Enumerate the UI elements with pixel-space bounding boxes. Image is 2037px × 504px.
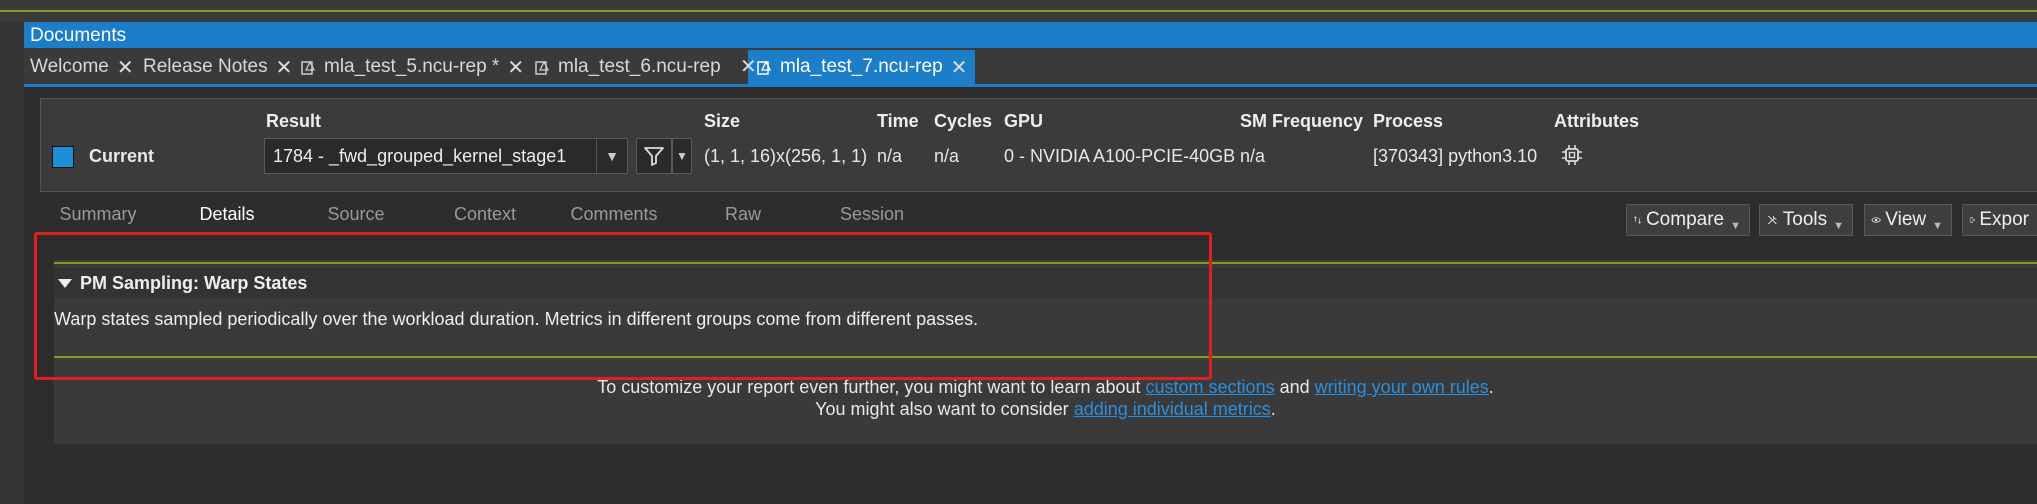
chip-icon[interactable] xyxy=(1560,143,1584,167)
size-header: Size xyxy=(704,111,741,131)
close-icon[interactable]: ✕ xyxy=(117,55,134,80)
document-tab-bar: Welcome ✕ Release Notes ✕ mla_test_5.ncu… xyxy=(24,48,2037,87)
compare-icon xyxy=(1633,216,1641,224)
close-icon[interactable]: ✕ xyxy=(740,54,757,79)
close-icon[interactable]: ✕ xyxy=(951,55,968,80)
tools-button[interactable]: Tools ▼ xyxy=(1759,204,1853,236)
filter-button[interactable] xyxy=(636,138,672,174)
subtab-comments[interactable]: Comments xyxy=(552,204,676,234)
top-strip xyxy=(0,0,2037,22)
result-header: Result xyxy=(266,111,322,131)
tab-mla-test-5[interactable]: mla_test_5.ncu-rep * ✕ xyxy=(300,52,524,82)
current-color-swatch[interactable] xyxy=(52,146,74,168)
tab-label: Release Notes xyxy=(143,56,268,77)
tab-label: Welcome xyxy=(30,56,109,77)
subtab-context[interactable]: Context xyxy=(423,204,547,234)
attributes-header: Attributes xyxy=(1554,111,1639,131)
cycles-value: n/a xyxy=(934,146,960,166)
gpu-header: GPU xyxy=(1004,111,1044,131)
time-header: Time xyxy=(877,111,919,131)
process-header: Process xyxy=(1373,111,1444,131)
subtab-details[interactable]: Details xyxy=(165,204,289,234)
gpu-value: 0 - NVIDIA A100-PCIE-40GB xyxy=(1004,146,1236,166)
compare-button[interactable]: Compare ▼ xyxy=(1626,204,1750,236)
subtab-session[interactable]: Session xyxy=(810,204,934,234)
tab-welcome[interactable]: Welcome ✕ xyxy=(30,52,134,82)
tools-label: Tools xyxy=(1782,209,1828,230)
time-value: n/a xyxy=(877,146,903,166)
report-file-icon xyxy=(301,60,316,75)
result-value: 1784 - _fwd_grouped_kernel_stage1 xyxy=(273,146,567,166)
filter-dropdown-arrow[interactable]: ▼ xyxy=(672,138,692,174)
filter-icon xyxy=(644,147,664,166)
tab-mla-test-6[interactable]: mla_test_6.ncu-rep xyxy=(534,52,721,82)
report-file-icon xyxy=(757,60,772,75)
tab-release-notes[interactable]: Release Notes ✕ xyxy=(143,52,292,82)
view-label: View xyxy=(1885,209,1927,230)
documents-title: Documents xyxy=(30,25,127,46)
current-label: Current xyxy=(89,146,155,166)
tab-label: mla_test_6.ncu-rep xyxy=(558,56,721,77)
tab-mla-test-7[interactable]: mla_test_7.ncu-rep ✕ xyxy=(748,50,976,84)
export-button[interactable]: Expor xyxy=(1962,204,2037,236)
subtab-summary[interactable]: Summary xyxy=(36,204,160,234)
custom-sections-link[interactable]: custom sections xyxy=(1146,377,1275,397)
eye-icon xyxy=(1871,217,1881,223)
footer-text: You might also want to consider xyxy=(815,399,1069,419)
subtab-raw[interactable]: Raw xyxy=(681,204,805,234)
tab-label: mla_test_7.ncu-rep xyxy=(780,56,943,77)
report-file-icon xyxy=(535,60,550,75)
documents-bar: Documents xyxy=(24,22,2037,48)
cycles-header: Cycles xyxy=(934,111,993,131)
close-icon[interactable]: ✕ xyxy=(507,55,524,80)
writing-rules-link[interactable]: writing your own rules xyxy=(1315,377,1489,397)
export-icon xyxy=(1969,217,1976,223)
left-gutter xyxy=(0,22,24,504)
sm-frequency-header: SM Frequency xyxy=(1240,111,1364,131)
export-label: Expor xyxy=(1979,209,2029,230)
sm-frequency-value: n/a xyxy=(1240,146,1266,166)
size-value: (1, 1, 16)x(256, 1, 1) xyxy=(704,146,868,166)
footer-line-1: To customize your report even further, y… xyxy=(597,377,1494,397)
compare-label: Compare xyxy=(1645,209,1725,230)
adding-metrics-link[interactable]: adding individual metrics xyxy=(1074,399,1271,419)
subtab-source[interactable]: Source xyxy=(294,204,418,234)
footer-text: and xyxy=(1279,377,1310,397)
view-button[interactable]: View ▼ xyxy=(1864,204,1952,236)
result-dropdown[interactable]: 1784 - _fwd_grouped_kernel_stage1 ▼ xyxy=(264,138,628,174)
tools-icon xyxy=(1767,215,1777,225)
footer-line-2: You might also want to consider adding i… xyxy=(815,399,1276,419)
highlight-box xyxy=(34,232,1212,380)
tab-label: mla_test_5.ncu-rep * xyxy=(324,56,500,77)
footer-text: To customize your report even further, y… xyxy=(597,377,1141,397)
close-icon[interactable]: ✕ xyxy=(276,55,293,80)
chevron-down-icon[interactable]: ▼ xyxy=(596,139,627,173)
process-value: [370343] python3.10 xyxy=(1373,146,1538,166)
